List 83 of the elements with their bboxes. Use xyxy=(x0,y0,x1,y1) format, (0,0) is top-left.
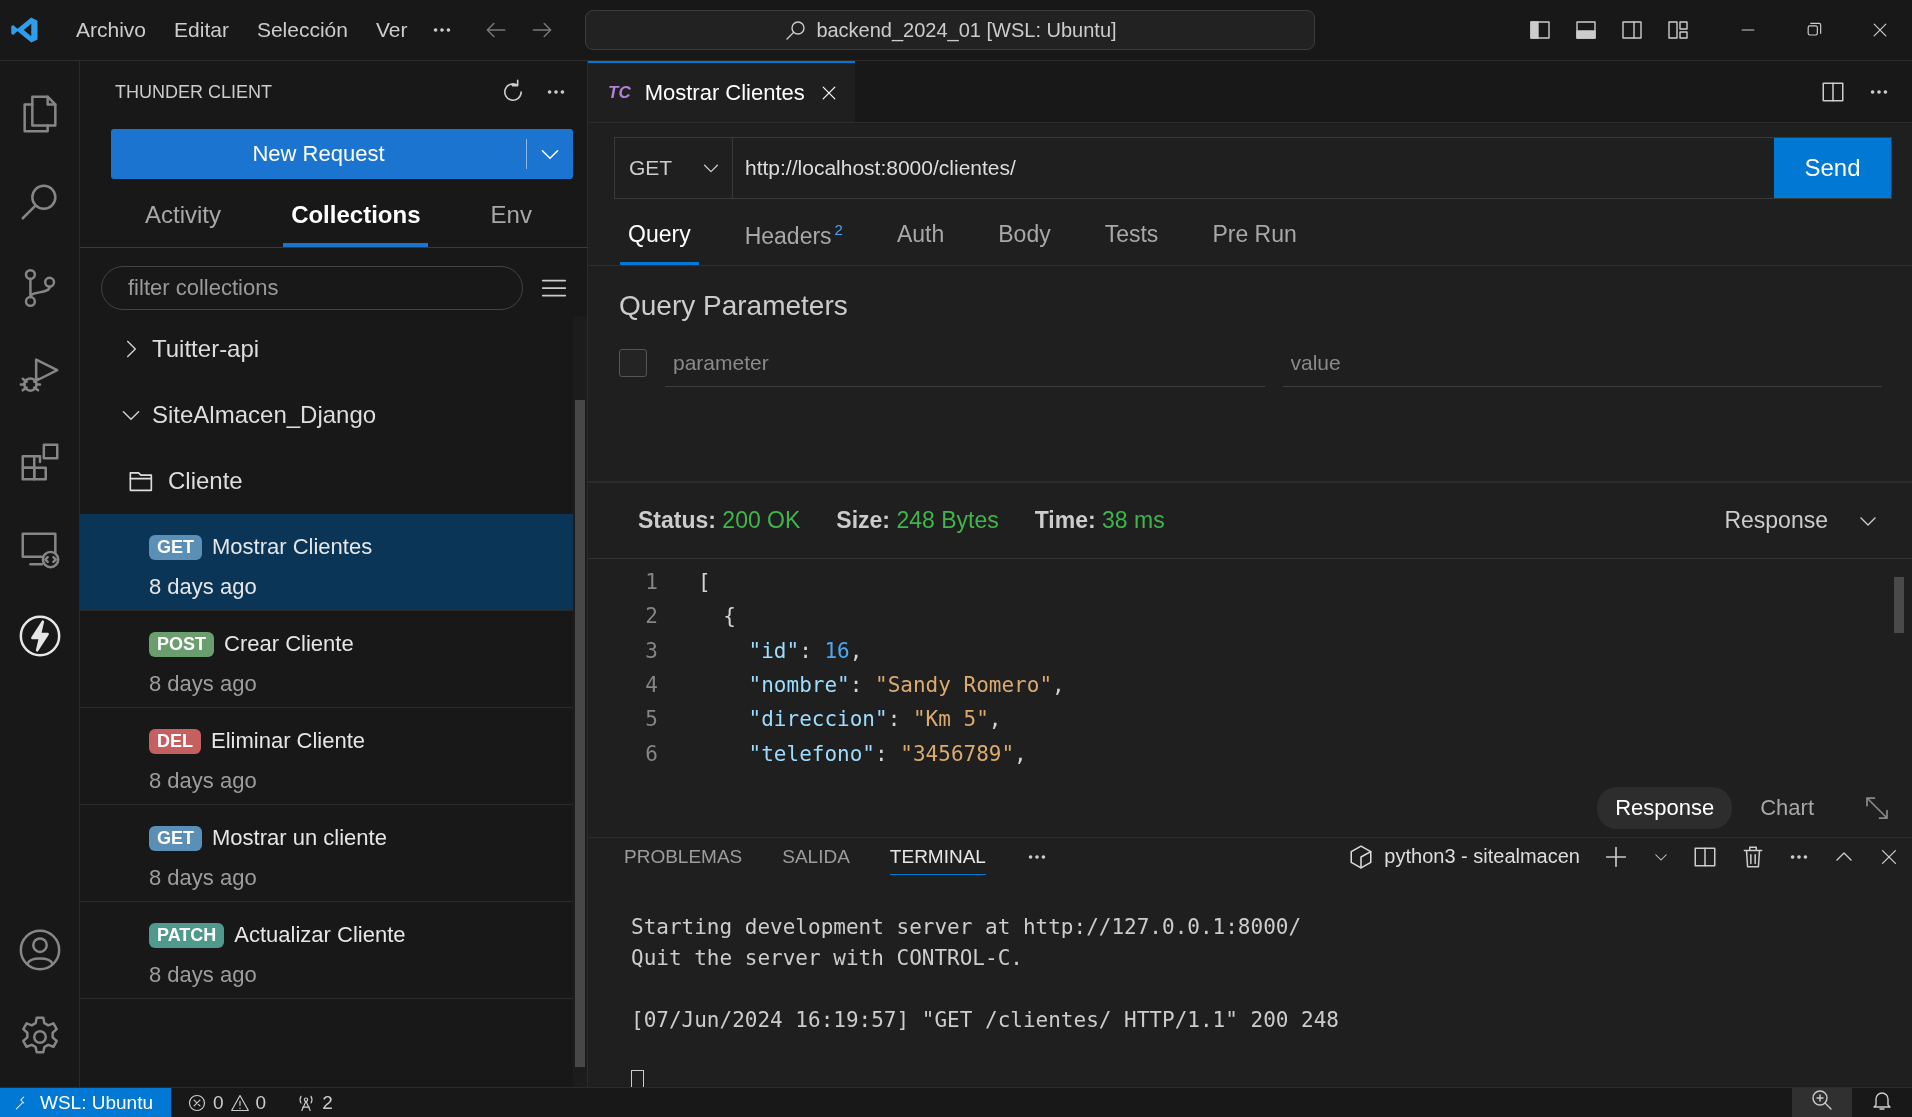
method-tag: GET xyxy=(149,534,202,560)
app-logo-icon[interactable] xyxy=(10,15,40,45)
scrollbar-thumb[interactable] xyxy=(575,400,585,1067)
request-tab[interactable]: Query xyxy=(620,211,699,265)
request-time: 8 days ago xyxy=(149,671,258,697)
view-toggle[interactable]: Chart xyxy=(1742,787,1832,829)
request-time: 8 days ago xyxy=(149,865,258,891)
request-name: Actualizar Cliente xyxy=(234,922,406,948)
checkbox[interactable] xyxy=(619,349,647,378)
request-name: Crear Cliente xyxy=(224,631,354,657)
request-time: 8 days ago xyxy=(149,574,258,600)
parameter-field[interactable]: parameter xyxy=(665,339,1265,387)
split-layout-icon[interactable] xyxy=(1620,18,1644,42)
code-line: [ xyxy=(698,570,711,595)
line-number: 5 xyxy=(644,707,659,732)
request-tab[interactable]: Auth xyxy=(888,211,953,265)
menu-item[interactable]: Selección xyxy=(242,12,362,48)
request-tab[interactable]: Headers$^{2}$ xyxy=(736,211,851,265)
terminal-line: Quit the server with CONTROL-C. xyxy=(631,946,1024,972)
request-time: 8 days ago xyxy=(149,768,258,794)
response-stat: Time: 38 ms xyxy=(1034,507,1165,534)
command-center[interactable]: backend_2024_01 [WSL: Ubuntu] xyxy=(585,10,1316,50)
view-dropdown[interactable]: Response xyxy=(1724,507,1880,534)
warning-icon[interactable] xyxy=(229,1092,250,1113)
line-number: 3 xyxy=(644,638,659,663)
code-line: "id": 16, xyxy=(747,638,863,663)
ports-indicator[interactable]: 2 xyxy=(296,1091,333,1114)
filter-field[interactable]: filter collections xyxy=(101,266,523,310)
code-line: { xyxy=(722,604,736,629)
new-request-button[interactable]: New Request xyxy=(111,129,573,179)
request-name: Eliminar Cliente xyxy=(211,728,366,754)
method-tag: PATCH xyxy=(149,922,225,948)
request-tab[interactable]: Pre Run xyxy=(1204,211,1305,265)
sidebar-tab[interactable]: Activity xyxy=(137,189,230,247)
sidebar-tab[interactable]: Collections xyxy=(283,189,429,247)
grid-layout-icon[interactable] xyxy=(1666,18,1690,42)
menu-item[interactable]: Ver xyxy=(361,12,422,48)
section-title: Query Parameters xyxy=(619,289,849,322)
request-item[interactable]: GET Mostrar Clientes 8 days ago xyxy=(80,514,573,611)
request-item[interactable]: PATCH Actualizar Cliente 8 days ago xyxy=(80,902,573,999)
error-icon[interactable] xyxy=(187,1092,207,1113)
code-line: "direccion": "Km 5", xyxy=(747,707,1002,732)
collection-item[interactable]: SiteAlmacen_Django xyxy=(80,382,573,448)
request-item[interactable]: GET Mostrar un cliente 8 days ago xyxy=(80,805,573,902)
request-name: Mostrar un cliente xyxy=(212,825,387,851)
terminal-selector[interactable]: python3 - sitealmacen xyxy=(1348,843,1580,870)
line-number: 6 xyxy=(644,741,659,766)
sidebar-tab[interactable]: Env xyxy=(482,189,540,247)
line-number: 1 xyxy=(644,570,659,595)
panel-layout-icon[interactable] xyxy=(1574,18,1598,42)
code-line: "nombre": "Sandy Romero", xyxy=(747,673,1065,698)
menu-item[interactable]: Editar xyxy=(160,12,243,48)
view-toggle[interactable]: Response xyxy=(1597,787,1733,829)
request-tab[interactable]: Tests xyxy=(1096,211,1167,265)
response-stat: Size: 248 Bytes xyxy=(836,507,999,534)
request-time: 8 days ago xyxy=(149,962,258,988)
line-number: 2 xyxy=(644,604,659,629)
menu-item[interactable]: Archivo xyxy=(62,12,161,48)
line-number: 4 xyxy=(644,673,659,698)
response-stat: Status: 200 OK xyxy=(638,507,801,534)
sidebar-layout-icon[interactable] xyxy=(1528,18,1552,42)
panel-tab[interactable]: TERMINAL xyxy=(889,838,986,875)
request-name: Mostrar Clientes xyxy=(212,534,373,560)
panel-tab[interactable]: PROBLEMAS xyxy=(624,838,743,875)
panel-tab[interactable]: SALIDA xyxy=(782,838,850,875)
problems-indicator[interactable]: 0 0 xyxy=(187,1091,267,1114)
request-tab[interactable]: Body xyxy=(990,211,1059,265)
scrollbar-thumb[interactable] xyxy=(1894,577,1904,633)
cube-icon[interactable] xyxy=(1348,843,1375,870)
terminal-line: [07/Jun/2024 16:19:57] "GET /clientes/ HTTP/1.1" 200 248 xyxy=(631,1008,1340,1034)
request-item[interactable]: POST Crear Cliente 8 days ago xyxy=(80,611,573,708)
collection-item[interactable]: Tuitter-api xyxy=(80,316,573,382)
method-tag: GET xyxy=(149,825,202,851)
terminal-line: Starting development server at http://127.0.0.1:8000/ xyxy=(631,915,1303,941)
sidebar-title: THUNDER CLIENT xyxy=(115,81,273,103)
folder-item[interactable]: Cliente xyxy=(80,448,573,514)
value-field[interactable]: value xyxy=(1282,339,1882,387)
code-line: "telefono": "3456789", xyxy=(747,741,1027,766)
editor-tab[interactable]: TC Mostrar Clientes xyxy=(588,61,855,122)
method-tag: DEL xyxy=(149,728,201,754)
request-item[interactable]: DEL Eliminar Cliente 8 days ago xyxy=(80,708,573,805)
remote-indicator[interactable]: WSL: Ubuntu xyxy=(0,1088,171,1117)
method-tag: POST xyxy=(149,631,214,657)
